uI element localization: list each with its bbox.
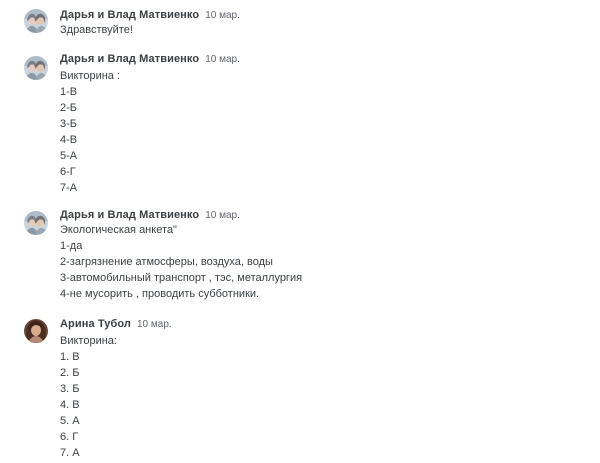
- comment-text: Экологическая анкета" 1-да 2-загрязнение…: [60, 222, 302, 302]
- avatar[interactable]: [24, 319, 48, 343]
- comment-header: Дарья и Влад Матвиенко 10 мар.: [60, 6, 240, 22]
- comment-author: Дарья и Влад Матвиенко: [60, 209, 200, 221]
- comment-date: 10 мар.: [205, 210, 240, 221]
- comment-line: 1-В: [60, 86, 78, 98]
- comment-line: 2-Б: [60, 102, 77, 114]
- comment-line: 1. В: [60, 351, 80, 363]
- comment-text: Викторина: 1. В 2. Б 3. Б 4. В 5. А 6. Г…: [60, 333, 117, 461]
- comment-line: 7-А: [60, 182, 78, 194]
- comment-date: 10 мар.: [205, 54, 240, 65]
- comment-line: 4-В: [60, 134, 78, 146]
- comment-line: Викторина:: [60, 335, 117, 347]
- comment-line: 5-А: [60, 150, 78, 162]
- comment-text: Здравствуйте!: [60, 22, 133, 38]
- comment-line: 7. А: [60, 447, 80, 459]
- comment-header: Арина Тубол 10 мар.: [60, 315, 172, 331]
- comment-line: 6-Г: [60, 166, 76, 178]
- comment-header: Дарья и Влад Матвиенко 10 мар.: [60, 206, 240, 222]
- avatar[interactable]: [24, 9, 48, 33]
- comment-author: Дарья и Влад Матвиенко: [60, 53, 200, 65]
- avatar[interactable]: [24, 56, 48, 80]
- comment-line: Экологическая анкета": [60, 224, 177, 236]
- comment-header: Дарья и Влад Матвиенко 10 мар.: [60, 50, 240, 66]
- comment-line: 2. Б: [60, 367, 80, 379]
- comment-line: Викторина :: [60, 70, 121, 82]
- comment-line: Здравствуйте!: [60, 24, 133, 36]
- comment-author: Дарья и Влад Матвиенко: [60, 9, 200, 21]
- avatar[interactable]: [24, 211, 48, 235]
- comment-line: 3. Б: [60, 383, 80, 395]
- comment-line: 4-не мусорить , проводить субботники.: [60, 288, 260, 300]
- comment-date: 10 мар.: [137, 319, 172, 330]
- comment-line: 2-загрязнение атмосферы, воздуха, воды: [60, 256, 273, 268]
- comment-line: 4. В: [60, 399, 80, 411]
- comment-line: 5. А: [60, 415, 80, 427]
- comment-line: 3-автомобильный транспорт , тэс, металлу…: [60, 272, 303, 284]
- comment-line: 1-да: [60, 240, 83, 252]
- comment-line: 3-Б: [60, 118, 77, 130]
- comment-text: Викторина : 1-В 2-Б 3-Б 4-В 5-А 6-Г 7-А: [60, 68, 120, 196]
- comment-line: 6. Г: [60, 431, 79, 443]
- comment-stream: Дарья и Влад Матвиенко 10 мар. Здравствуй…: [0, 0, 600, 463]
- comment-author: Арина Тубол: [60, 318, 131, 330]
- comment-date: 10 мар.: [205, 10, 240, 21]
